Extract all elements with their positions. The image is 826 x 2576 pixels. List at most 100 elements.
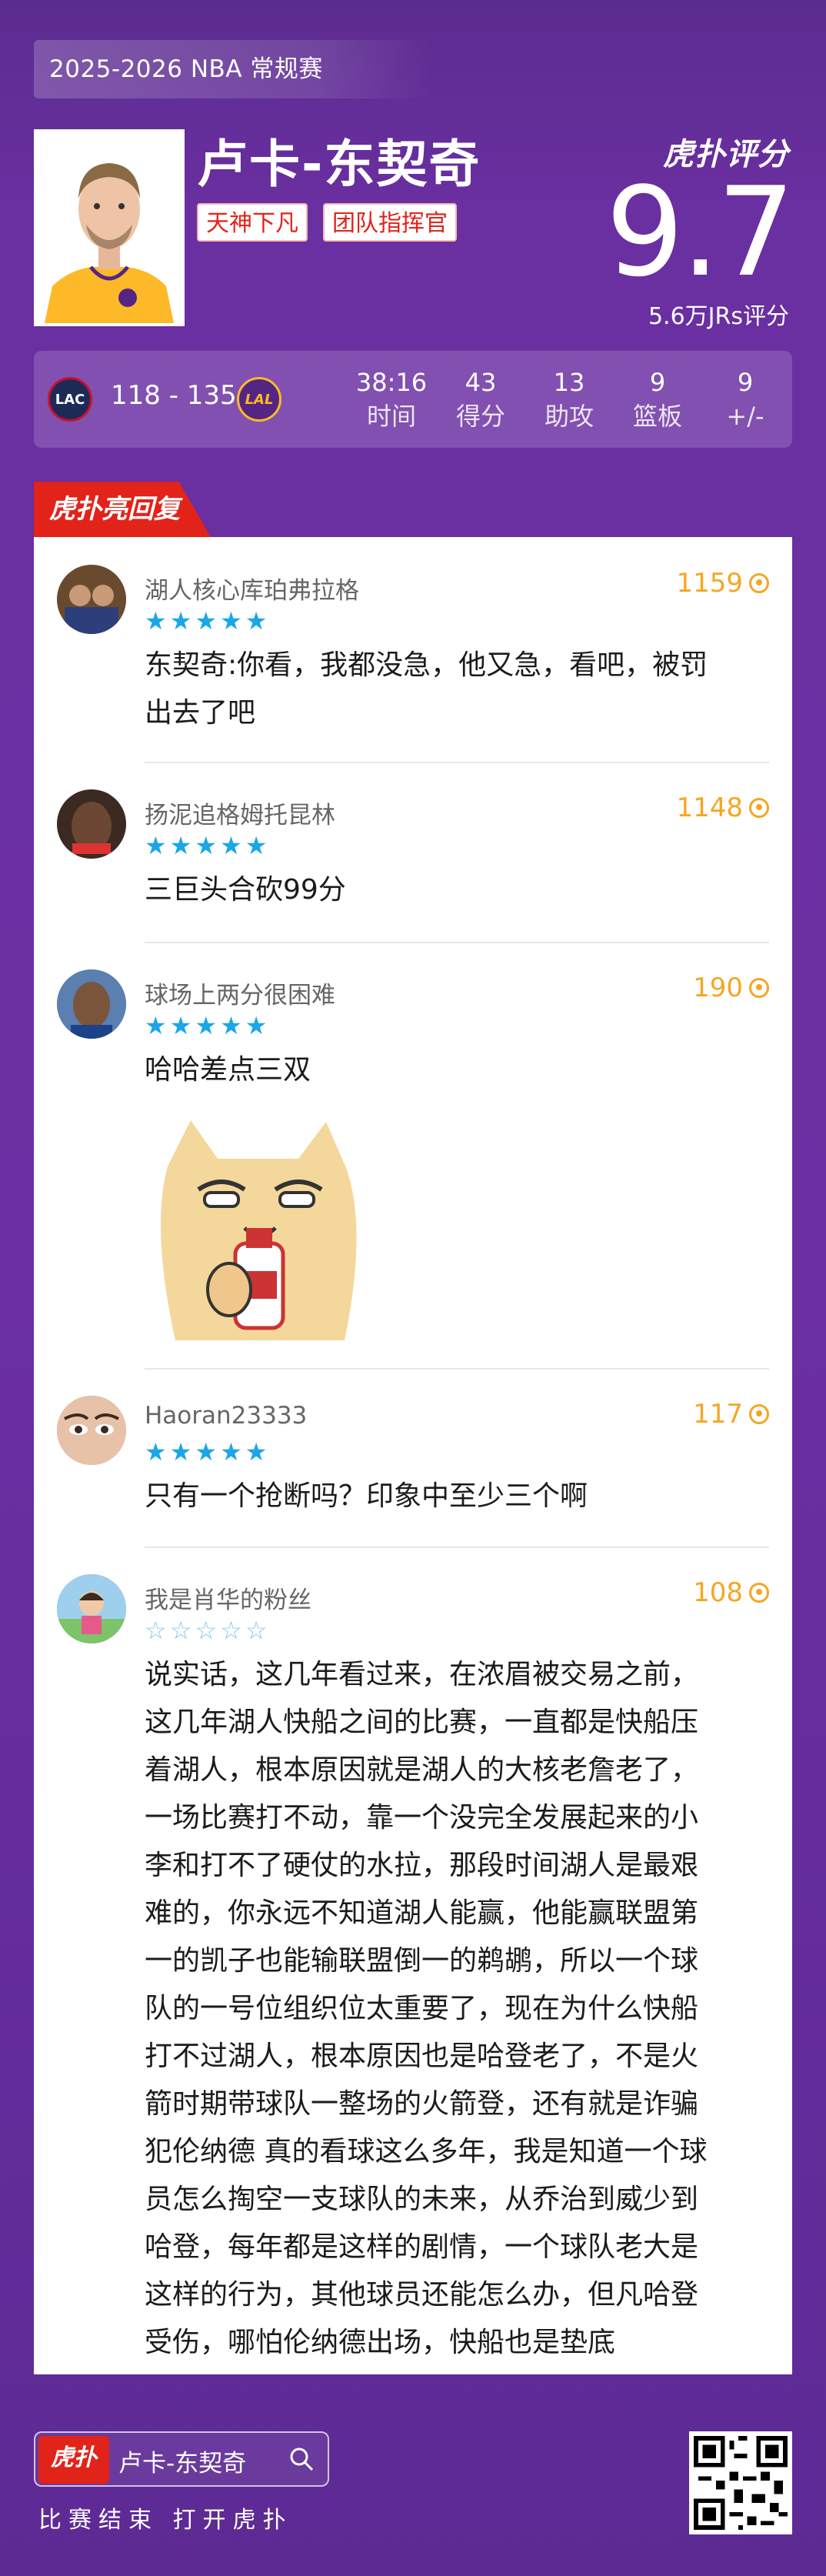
star-icon: ★ <box>169 831 192 860</box>
star-icon: ★ <box>145 1437 167 1467</box>
stat-label: 篮板 <box>632 402 682 431</box>
player-tag: 天神下凡 <box>197 203 308 242</box>
comment-line: 哈哈差点三双 <box>145 1054 311 1086</box>
hupu-logo: 虎扑 <box>38 2436 109 2484</box>
comment-line: 队的一号位组织位太重要了，现在为什么快船 <box>145 1993 699 2024</box>
star-icon: ★ <box>220 1437 242 1467</box>
like-count[interactable]: 1159 <box>676 568 769 599</box>
game-summary-bar: LAC 118 - 135 LAL 38:16 时间 43 得分 13 助攻 9… <box>34 351 792 448</box>
star-icon: ★ <box>195 1011 218 1040</box>
season-label: 2025-2026 NBA 常规赛 <box>34 40 434 98</box>
home-team-abbr: LAL <box>245 391 274 408</box>
clippers-logo-icon: LAC <box>48 377 92 422</box>
comment-line: 打不过湖人，根本原因也是哈登老了，不是火 <box>145 2040 699 2072</box>
lakers-logo-icon: LAL <box>237 377 281 422</box>
star-rating: ★ ★ ★ ★ ★ <box>145 608 267 634</box>
comment-line: 一的凯子也能输联盟倒一的鹈鹕，所以一个球 <box>145 1945 699 1977</box>
comment-line: 着湖人，根本原因就是湖人的大核老詹老了， <box>145 1754 699 1786</box>
commenter-name[interactable]: Haoran23333 <box>145 1402 307 1430</box>
rating-score: 9.7 <box>605 160 795 304</box>
divider <box>145 1547 769 1548</box>
comment-line: 员怎么掏空一支球队的未来，从乔治到威少到 <box>145 2184 699 2215</box>
star-icon: ★ <box>220 606 242 636</box>
comment-line: 只有一个抢断吗？印象中至少三个啊 <box>145 1480 588 1512</box>
like-count-value: 108 <box>693 1577 743 1608</box>
player-name: 卢卡-东契奇 <box>197 135 481 194</box>
comment-text: 三巨头合砍99分 <box>145 866 791 914</box>
light-bulb-icon[interactable] <box>749 573 769 593</box>
rating-count: 5.6万JRs评分 <box>648 303 789 330</box>
comment-line: 一场比赛打不动，靠一个没完全发展起来的小 <box>145 1802 699 1834</box>
player-search-box[interactable]: 虎扑 卢卡-东契奇 <box>34 2431 329 2487</box>
stat-value: 13 <box>553 368 585 397</box>
comment-line: 三巨头合砍99分 <box>145 874 346 906</box>
star-empty-icon: ☆ <box>169 1616 192 1645</box>
like-count[interactable]: 1148 <box>676 792 769 823</box>
divider <box>145 942 769 943</box>
like-count-value: 1148 <box>676 792 743 823</box>
avatar[interactable] <box>57 1396 126 1465</box>
star-icon: ★ <box>245 1011 268 1040</box>
avatar[interactable] <box>57 1574 126 1643</box>
star-empty-icon: ☆ <box>145 1616 167 1645</box>
light-bulb-icon[interactable] <box>749 978 769 998</box>
commenter-name[interactable]: 湖人核心库珀弗拉格 <box>145 571 359 606</box>
stat-assists: 13 助攻 <box>527 366 611 434</box>
like-count[interactable]: 117 <box>693 1399 769 1430</box>
star-empty-icon: ☆ <box>245 1616 268 1645</box>
comment-line: 李和打不了硬仗的水拉，那段时间湖人是最艰 <box>145 1850 699 1881</box>
avatar[interactable] <box>57 789 126 859</box>
away-team-abbr: LAC <box>55 391 85 408</box>
divider <box>145 1368 769 1370</box>
comments-list: 湖人核心库珀弗拉格 1159 ★ ★ ★ ★ ★ 东契奇:你看，我都没急，他又急，看吧，… <box>34 537 792 2374</box>
commenter-name[interactable]: 球场上两分很困难 <box>145 976 335 1010</box>
like-count[interactable]: 190 <box>693 973 769 1003</box>
like-count-value: 117 <box>693 1399 743 1430</box>
hot-replies-tab: 虎扑亮回复 <box>34 482 211 537</box>
player-tags: 天神下凡 团队指挥官 <box>197 203 457 242</box>
stat-value: 9 <box>737 368 754 397</box>
comment-line: 这几年湖人快船之间的比赛，一直都是快船压 <box>145 1707 699 1738</box>
light-bulb-icon[interactable] <box>749 1404 769 1424</box>
comment-line: 难的，你永远不知道湖人能赢，他能赢联盟第 <box>145 1897 699 1929</box>
star-rating: ★ ★ ★ ★ ★ <box>145 833 267 859</box>
star-rating: ★ ★ ★ ★ ★ <box>145 1013 267 1039</box>
comment-line: 箭时期带球队一整场的火箭登，还有就是诈骗 <box>145 2088 699 2120</box>
like-count[interactable]: 108 <box>693 1577 769 1608</box>
stat-label: 时间 <box>366 402 416 431</box>
comment-line: 哈登，每年都是这样的剧情，一个球队老大是 <box>145 2231 699 2263</box>
stat-value: 38:16 <box>355 368 428 397</box>
star-icon: ★ <box>145 831 167 860</box>
star-empty-icon: ☆ <box>220 1616 242 1645</box>
avatar[interactable] <box>57 969 126 1039</box>
star-icon: ★ <box>145 606 167 636</box>
star-icon: ★ <box>169 1437 192 1467</box>
star-empty-icon: ☆ <box>195 1616 218 1645</box>
divider <box>145 762 769 763</box>
star-icon: ★ <box>195 831 218 860</box>
stat-label: +/- <box>726 402 764 431</box>
stat-value: 43 <box>465 368 497 397</box>
qr-code-image[interactable] <box>689 2431 792 2534</box>
avatar[interactable] <box>57 565 126 634</box>
commenter-name[interactable]: 我是肖华的粉丝 <box>145 1580 311 1615</box>
stat-rebounds: 9 篮板 <box>615 366 700 434</box>
star-icon: ★ <box>195 606 218 636</box>
search-icon[interactable] <box>289 2447 314 2471</box>
star-icon: ★ <box>245 831 268 860</box>
star-icon: ★ <box>145 1011 167 1040</box>
stat-label: 得分 <box>455 402 505 431</box>
meme-sticker-image[interactable] <box>145 1113 374 1340</box>
light-bulb-icon[interactable] <box>749 1583 769 1603</box>
game-score: 118 - 135 <box>111 380 237 411</box>
light-bulb-icon[interactable] <box>749 798 769 818</box>
stat-points: 43 得分 <box>438 366 523 434</box>
comment-line: 这样的行为，其他球员还能怎么办，但凡哈登 <box>145 2279 699 2311</box>
footer-caption: 比赛结束 打开虎扑 <box>38 2507 293 2534</box>
comment-text: 说实话，这几年看过来，在浓眉被交易之前， 这几年湖人快船之间的比赛，一直都是快船… <box>145 1651 791 2367</box>
like-count-value: 1159 <box>676 568 743 599</box>
comment-line: 东契奇:你看，我都没急，他又急，看吧，被罚 <box>145 649 708 681</box>
commenter-name[interactable]: 扬泥追格姆托昆林 <box>145 796 335 830</box>
star-rating: ★ ★ ★ ★ ★ <box>145 1439 267 1465</box>
like-count-value: 190 <box>693 973 743 1003</box>
